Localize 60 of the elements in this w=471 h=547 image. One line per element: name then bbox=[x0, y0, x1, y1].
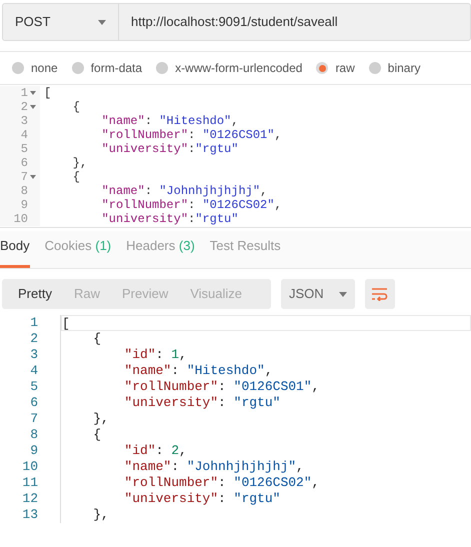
wrap-lines-icon bbox=[372, 287, 388, 301]
line-number: 3 bbox=[20, 114, 28, 128]
code-line: }, bbox=[92, 411, 109, 426]
code-line: "id": 1, bbox=[123, 347, 187, 362]
line-number: 3 bbox=[30, 347, 38, 363]
code-line: "university":"rgtu" bbox=[100, 142, 238, 156]
line-number: 2 bbox=[20, 100, 28, 114]
code-line: [ bbox=[44, 86, 52, 100]
code-line: "rollNumber": "0126CS01", bbox=[100, 128, 282, 142]
code-line: { bbox=[72, 170, 80, 184]
fold-caret-icon[interactable] bbox=[30, 91, 36, 95]
line-number: 1 bbox=[30, 315, 38, 331]
body-type-radio[interactable]: binary bbox=[368, 59, 420, 77]
line-number: 13 bbox=[22, 507, 38, 523]
line-number: 1 bbox=[20, 86, 28, 100]
code-line: "university": "rgtu" bbox=[123, 395, 280, 410]
line-number: 8 bbox=[20, 184, 28, 198]
line-number: 11 bbox=[22, 475, 38, 491]
line-number: 8 bbox=[30, 427, 38, 443]
line-number: 5 bbox=[20, 142, 28, 156]
line-number: 6 bbox=[20, 156, 28, 170]
fold-caret-icon[interactable] bbox=[30, 175, 36, 179]
code-line: { bbox=[92, 331, 102, 346]
code-line: { bbox=[72, 100, 80, 114]
body-type-radio[interactable]: form-data bbox=[72, 59, 142, 77]
line-number: 9 bbox=[30, 443, 38, 459]
response-tab[interactable]: Body bbox=[0, 236, 30, 268]
code-line: "rollNumber": "0126CS02", bbox=[123, 475, 320, 490]
code-line: { bbox=[92, 427, 102, 442]
line-number: 10 bbox=[22, 459, 38, 475]
code-line: "name": "Hiteshdo", bbox=[123, 363, 273, 378]
line-number: 7 bbox=[30, 411, 38, 427]
line-number: 2 bbox=[30, 331, 38, 347]
line-number: 12 bbox=[22, 491, 38, 507]
line-number: 9 bbox=[20, 198, 28, 212]
line-number: 7 bbox=[20, 170, 28, 184]
code-line: [ bbox=[62, 316, 70, 331]
line-number: 10 bbox=[14, 212, 28, 226]
code-line: }, bbox=[72, 156, 88, 170]
fold-caret-icon[interactable] bbox=[30, 105, 36, 109]
wrap-lines-button[interactable] bbox=[365, 279, 395, 309]
code-line: }, bbox=[92, 507, 109, 522]
code-line: "name": "Johnhjhjhjhj", bbox=[100, 184, 268, 198]
line-number: 4 bbox=[30, 363, 38, 379]
line-number: 5 bbox=[30, 379, 38, 395]
body-type-radio[interactable]: x-www-form-urlencoded bbox=[156, 59, 302, 77]
code-line: "rollNumber": "0126CS02", bbox=[100, 198, 282, 212]
line-number: 6 bbox=[30, 395, 38, 411]
code-line: "rollNumber": "0126CS01", bbox=[123, 379, 320, 394]
body-type-radio[interactable]: raw bbox=[316, 59, 355, 77]
code-line: "name": "Hiteshdo", bbox=[100, 114, 238, 128]
body-type-radio[interactable]: none bbox=[12, 59, 58, 77]
caret-icon bbox=[339, 292, 347, 296]
code-line: "university": "rgtu" bbox=[123, 491, 280, 506]
code-line: "university":"rgtu" bbox=[100, 212, 238, 226]
format-dropdown[interactable]: JSON bbox=[281, 279, 355, 309]
line-number: 4 bbox=[20, 128, 28, 142]
view-mode-tab[interactable]: Pretty bbox=[7, 279, 63, 309]
code-line: "id": 2, bbox=[123, 443, 187, 458]
code-line: "name": "Johnhjhjhjhj", bbox=[123, 459, 304, 474]
